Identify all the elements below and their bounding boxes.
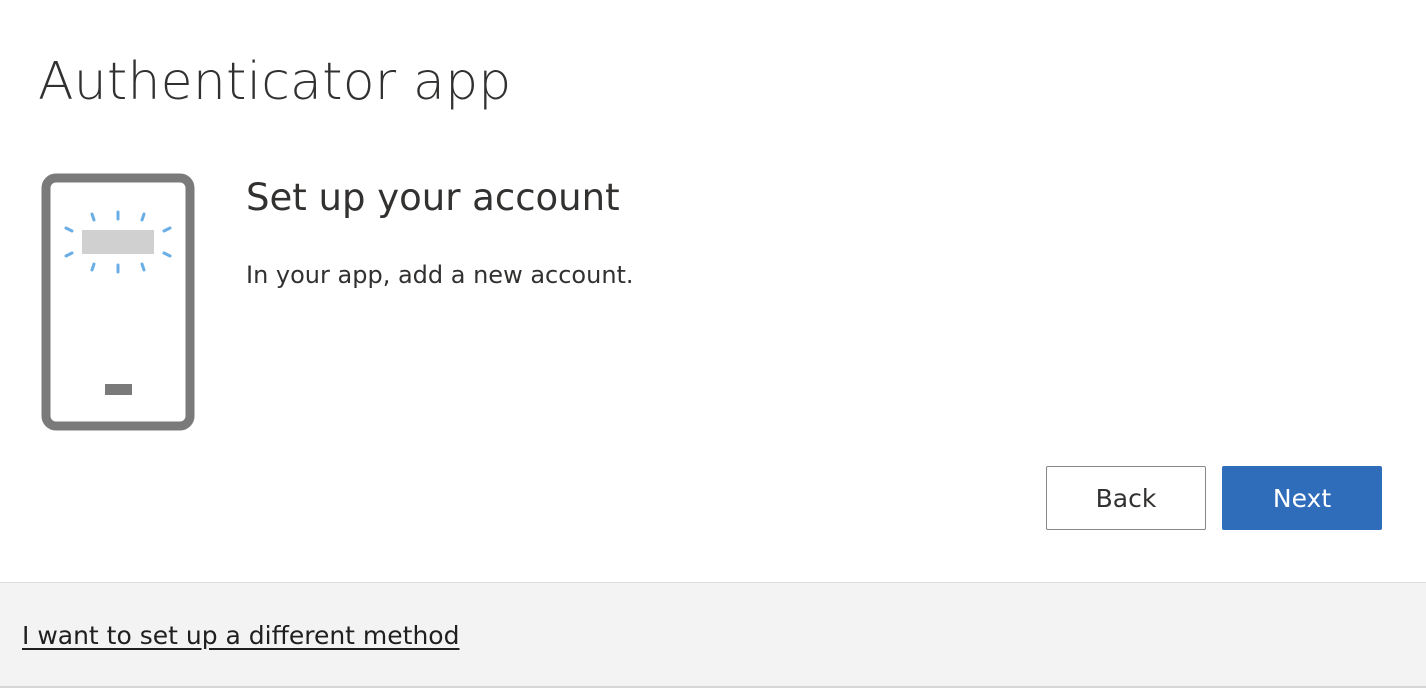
page-title: Authenticator app <box>38 52 512 112</box>
back-button[interactable]: Back <box>1046 466 1206 530</box>
next-button[interactable]: Next <box>1222 466 1382 530</box>
different-method-link[interactable]: I want to set up a different method <box>22 621 459 650</box>
instruction-text: In your app, add a new account. <box>246 261 634 289</box>
section-subtitle: Set up your account <box>246 176 620 219</box>
phone-with-qr-code-icon <box>40 172 196 432</box>
authenticator-setup-dialog: Authenticator app Set up your account In… <box>0 0 1426 696</box>
footer-bar: I want to set up a different method <box>0 582 1426 688</box>
setup-instructions: Set up your account In your app, add a n… <box>246 176 634 289</box>
